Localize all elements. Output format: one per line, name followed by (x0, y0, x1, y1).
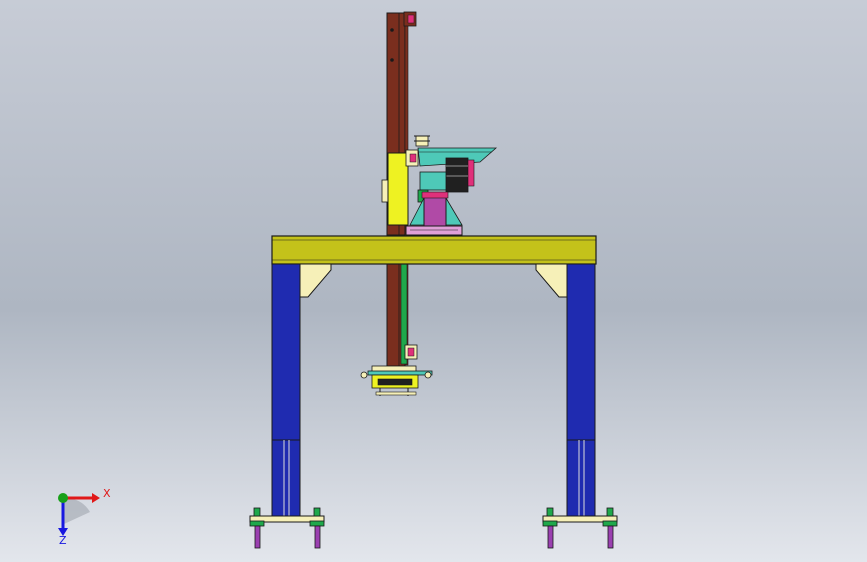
viewport-background (0, 0, 867, 562)
left-column[interactable] (271, 263, 301, 519)
z-axis-label: Z (59, 534, 67, 547)
right-column[interactable] (566, 263, 596, 519)
gantry-model[interactable]: X Z (0, 0, 867, 562)
cad-viewport[interactable]: X Z (0, 0, 867, 562)
y-axis-arrow-icon (58, 493, 68, 503)
horizontal-beam[interactable] (271, 235, 597, 265)
x-axis-label: X (103, 487, 111, 500)
